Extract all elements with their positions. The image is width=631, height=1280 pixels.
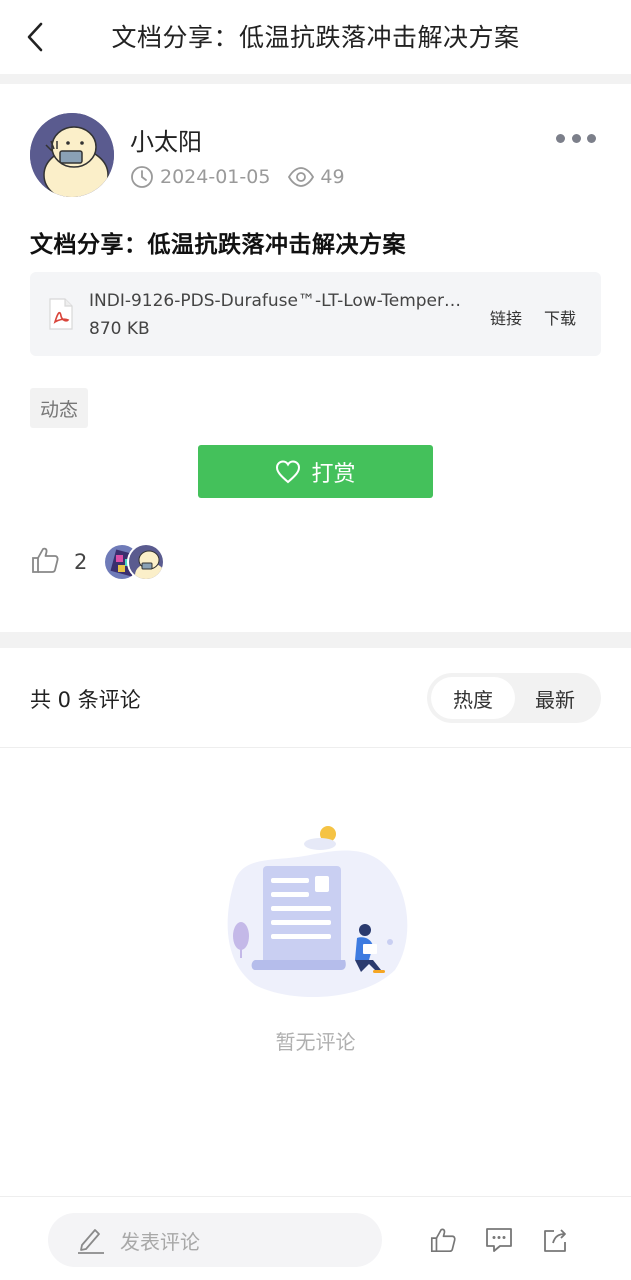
file-name: INDI-9126-PDS-Durafuse™-LT-Low-Temperatu…: [89, 291, 469, 311]
post-title: 文档分享：低温抗跌落冲击解决方案: [30, 232, 406, 258]
file-download-button[interactable]: 下载: [544, 305, 576, 329]
comments-count: 共 0 条评论: [30, 688, 141, 712]
eye-icon: [288, 167, 315, 187]
bottom-action-bar: 发表评论: [0, 1196, 631, 1280]
post-tag[interactable]: 动态: [30, 388, 89, 428]
reward-button[interactable]: 打赏: [198, 445, 433, 498]
file-size: 870 KB: [89, 319, 150, 339]
like-icon[interactable]: [428, 1225, 458, 1255]
comments-divider: [0, 747, 631, 748]
likes-row: 2: [30, 540, 166, 584]
pdf-file-icon: [48, 298, 74, 330]
avatar-image: [30, 113, 114, 197]
more-dots-icon: [556, 133, 565, 143]
author-name[interactable]: 小太阳: [130, 122, 202, 157]
author-avatar[interactable]: [30, 113, 114, 197]
section-separator: [0, 632, 631, 648]
reward-label: 打赏: [311, 461, 356, 487]
top-nav-bar: 文档分享：低温抗跌落冲击解决方案: [0, 0, 631, 74]
liker-avatar[interactable]: [127, 543, 166, 581]
more-options-button[interactable]: [556, 128, 596, 148]
empty-comments-text: 暂无评论: [275, 1030, 356, 1054]
heart-icon: [275, 459, 301, 484]
sort-new-tab[interactable]: 最新: [513, 677, 597, 719]
header-separator: [0, 74, 631, 84]
post-date: 2024-01-05: [160, 166, 271, 188]
sort-hot-tab[interactable]: 热度: [431, 677, 515, 719]
empty-comments-illustration: [215, 820, 415, 1000]
comment-input-placeholder: 发表评论: [120, 1229, 200, 1254]
view-count: 49: [320, 166, 345, 188]
pencil-icon: [76, 1226, 106, 1254]
comment-icon[interactable]: [484, 1225, 514, 1255]
page-title: 文档分享：低温抗跌落冲击解决方案: [111, 23, 520, 52]
like-count: 2: [74, 550, 88, 574]
comment-sort-toggle: 热度 最新: [427, 673, 601, 723]
thumbs-up-icon[interactable]: [30, 545, 60, 579]
share-icon[interactable]: [540, 1225, 570, 1255]
file-attachment-card[interactable]: INDI-9126-PDS-Durafuse™-LT-Low-Temperatu…: [30, 272, 601, 356]
clock-icon: [130, 165, 154, 189]
file-link-button[interactable]: 链接: [490, 305, 522, 329]
comment-input[interactable]: 发表评论: [48, 1213, 382, 1267]
post-meta: 2024-01-05 49: [130, 163, 345, 191]
